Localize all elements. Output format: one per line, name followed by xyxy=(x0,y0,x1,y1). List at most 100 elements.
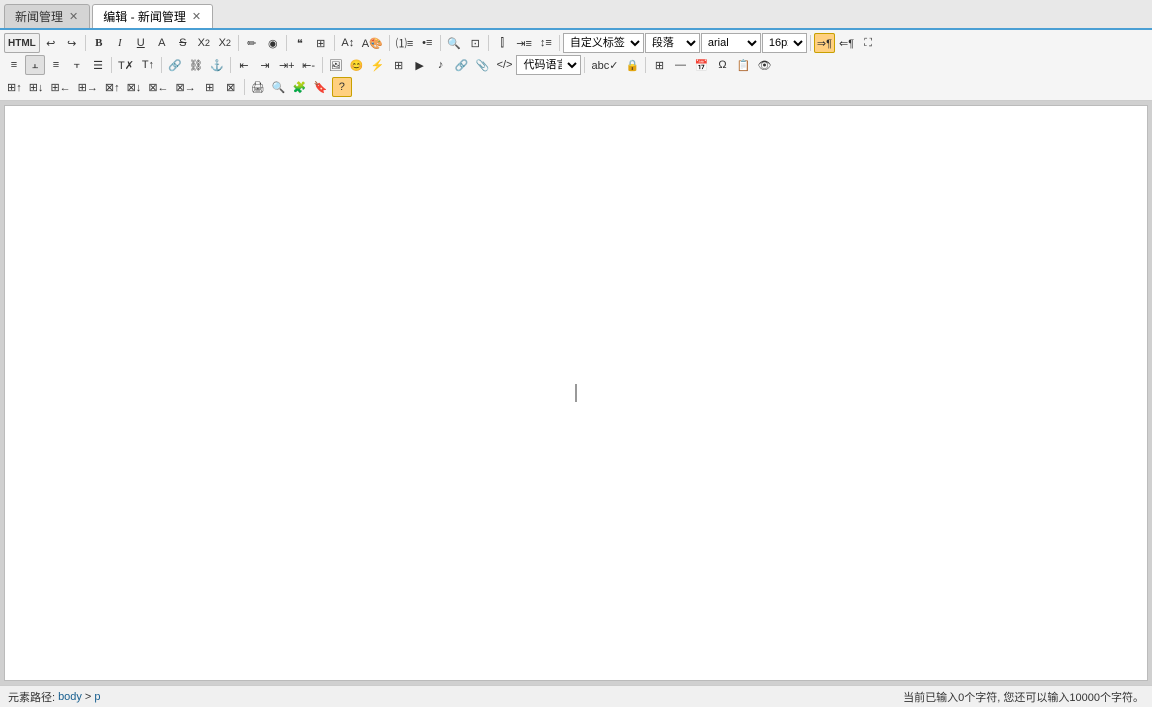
text-color2-button[interactable]: A🎨 xyxy=(359,33,386,53)
indent-button[interactable]: ⇥≡ xyxy=(513,33,535,53)
insert-flash-button[interactable]: ⚡ xyxy=(368,55,388,75)
font-size-a-button[interactable]: A↕ xyxy=(338,33,358,53)
uppercase-button[interactable]: T↑ xyxy=(138,55,158,75)
table2-button[interactable]: ⊞ xyxy=(649,55,669,75)
direction-ltr-button[interactable]: ⇒¶ xyxy=(814,33,835,53)
table-delete-col[interactable]: ⊠↓ xyxy=(124,77,145,97)
superscript-button[interactable]: X2 xyxy=(194,33,214,53)
separator xyxy=(440,35,441,51)
toolbar-row-2: ≡ ⫠ ≡ ⫟ ☰ T✗ T↑ 🔗 ⛓ ⚓ ⇤ ⇥ ⇥+ ⇤- 🖼 😊 ⚡ ⊞ … xyxy=(4,54,1148,76)
outdent-button[interactable]: ⇤- xyxy=(299,55,319,75)
editor-frame[interactable] xyxy=(4,105,1148,681)
insert-file-button[interactable]: 📎 xyxy=(473,55,493,75)
separator xyxy=(161,57,162,73)
align-right-button[interactable]: ⫟ xyxy=(67,55,87,75)
separator xyxy=(286,35,287,51)
italic-button[interactable]: I xyxy=(110,33,130,53)
tab-label: 新闻管理 xyxy=(15,8,63,25)
bold-button[interactable]: B xyxy=(89,33,109,53)
editor-cursor xyxy=(576,384,577,402)
insert-code-button[interactable]: </> xyxy=(494,55,516,75)
insert-emoji-button[interactable]: 😊 xyxy=(347,55,367,75)
separator xyxy=(238,35,239,51)
indent-more-button[interactable]: ⇥ xyxy=(255,55,275,75)
separator xyxy=(230,57,231,73)
align-opts-button[interactable]: ⫿ xyxy=(492,33,512,53)
readonly-button[interactable]: 🔒 xyxy=(622,55,642,75)
undo-button[interactable]: ↩ xyxy=(41,33,61,53)
print-button[interactable]: 🖨 xyxy=(248,77,268,97)
table-insert-col-left[interactable]: ⊞← xyxy=(47,77,73,97)
fullscreen-button[interactable]: ⛶ xyxy=(858,33,878,53)
strikethrough-button[interactable]: S xyxy=(173,33,193,53)
highlight-button[interactable]: ✏ xyxy=(242,33,262,53)
table-insert-row-below[interactable]: ⊞↓ xyxy=(26,77,47,97)
char-count: 当前已输入0个字符, 您还可以输入10000个字符。 xyxy=(903,689,1144,705)
align-all-button[interactable]: ≡ xyxy=(4,55,24,75)
insert-form-button[interactable]: 📋 xyxy=(733,55,753,75)
underline-button[interactable]: U xyxy=(131,33,151,53)
source-button[interactable]: ⊡ xyxy=(465,33,485,53)
indent-less-button[interactable]: ⇤ xyxy=(234,55,254,75)
align-justify-button[interactable]: ☰ xyxy=(88,55,108,75)
puzzle-button[interactable]: 🧩 xyxy=(290,77,310,97)
align-center-button[interactable]: ≡ xyxy=(46,55,66,75)
tab-close-icon[interactable]: ✕ xyxy=(68,10,79,23)
indent-more2-button[interactable]: ⇥+ xyxy=(276,55,298,75)
special-char-button[interactable]: Ω xyxy=(712,55,732,75)
html-mode-button[interactable]: HTML xyxy=(4,33,40,53)
ordered-list-button[interactable]: ⑴≡ xyxy=(393,33,416,53)
bookmark-button[interactable]: 🔖 xyxy=(311,77,331,97)
table-op10[interactable]: ⊠ xyxy=(221,77,241,97)
status-bar: 元素路径: body > p 当前已输入0个字符, 您还可以输入10000个字符… xyxy=(0,685,1152,707)
table-merge-right[interactable]: ⊠→ xyxy=(173,77,199,97)
table-delete-row[interactable]: ⊠↑ xyxy=(102,77,123,97)
separator xyxy=(85,35,86,51)
zoom-button[interactable]: 🔍 xyxy=(269,77,289,97)
blockquote-button[interactable]: ❝ xyxy=(290,33,310,53)
code-lang-select[interactable]: 代码语言 HTML CSS JavaScript xyxy=(516,55,581,75)
tab-edit-news[interactable]: 编辑 - 新闻管理 ✕ xyxy=(92,4,213,28)
insert-hr-button[interactable]: — xyxy=(670,55,690,75)
font-select[interactable]: arial 宋体 黑体 xyxy=(701,33,761,53)
insert-link2-button[interactable]: 🔗 xyxy=(452,55,472,75)
find-button[interactable]: 🔍 xyxy=(444,33,464,53)
preview-button[interactable]: 👁 xyxy=(754,55,774,75)
editor-container: HTML ↩ ↪ B I U A S X2 X2 ✏ ◉ ❝ ⊞ A↕ A🎨 ⑴… xyxy=(0,30,1152,707)
insert-box-button[interactable]: ⊞ xyxy=(311,33,331,53)
redo-button[interactable]: ↪ xyxy=(62,33,82,53)
table-op9[interactable]: ⊞ xyxy=(200,77,220,97)
lineheight-button[interactable]: ↕≡ xyxy=(536,33,556,53)
table-merge-left[interactable]: ⊠← xyxy=(145,77,171,97)
anchor-button[interactable]: ⚓ xyxy=(207,55,227,75)
unordered-list-button[interactable]: •≡ xyxy=(417,33,437,53)
font-size-select[interactable]: 16px 12px 14px 18px xyxy=(762,33,807,53)
insert-music-button[interactable]: ♪ xyxy=(431,55,451,75)
style-select[interactable]: 自定义标签 段落 标题1 xyxy=(563,33,644,53)
insert-link-button[interactable]: 🔗 xyxy=(165,55,185,75)
color-picker-button[interactable]: ◉ xyxy=(263,33,283,53)
unlink-button[interactable]: ⛓ xyxy=(186,55,206,75)
path-p-link[interactable]: p xyxy=(94,691,100,703)
path-body-link[interactable]: body xyxy=(58,691,82,703)
align-left-button[interactable]: ⫠ xyxy=(25,55,45,75)
insert-date-button[interactable]: 📅 xyxy=(691,55,711,75)
help-button[interactable]: ? xyxy=(332,77,352,97)
insert-image-button[interactable]: 🖼 xyxy=(326,55,346,75)
insert-video-button[interactable]: ▶ xyxy=(410,55,430,75)
font-color-button[interactable]: A xyxy=(152,33,172,53)
direction-rtl-button[interactable]: ⇐¶ xyxy=(836,33,857,53)
separator xyxy=(322,57,323,73)
separator xyxy=(559,35,560,51)
separator xyxy=(111,57,112,73)
para-select[interactable]: 段落 标题1 标题2 xyxy=(645,33,700,53)
spell-check-button[interactable]: abc✓ xyxy=(588,55,621,75)
tab-close-icon[interactable]: ✕ xyxy=(191,10,202,23)
clear-format-button[interactable]: T✗ xyxy=(115,55,137,75)
tab-news-manage[interactable]: 新闻管理 ✕ xyxy=(4,4,90,28)
insert-table-button[interactable]: ⊞ xyxy=(389,55,409,75)
subscript-button[interactable]: X2 xyxy=(215,33,235,53)
separator xyxy=(584,57,585,73)
table-insert-col-right[interactable]: ⊞→ xyxy=(75,77,101,97)
table-insert-row-above[interactable]: ⊞↑ xyxy=(4,77,25,97)
